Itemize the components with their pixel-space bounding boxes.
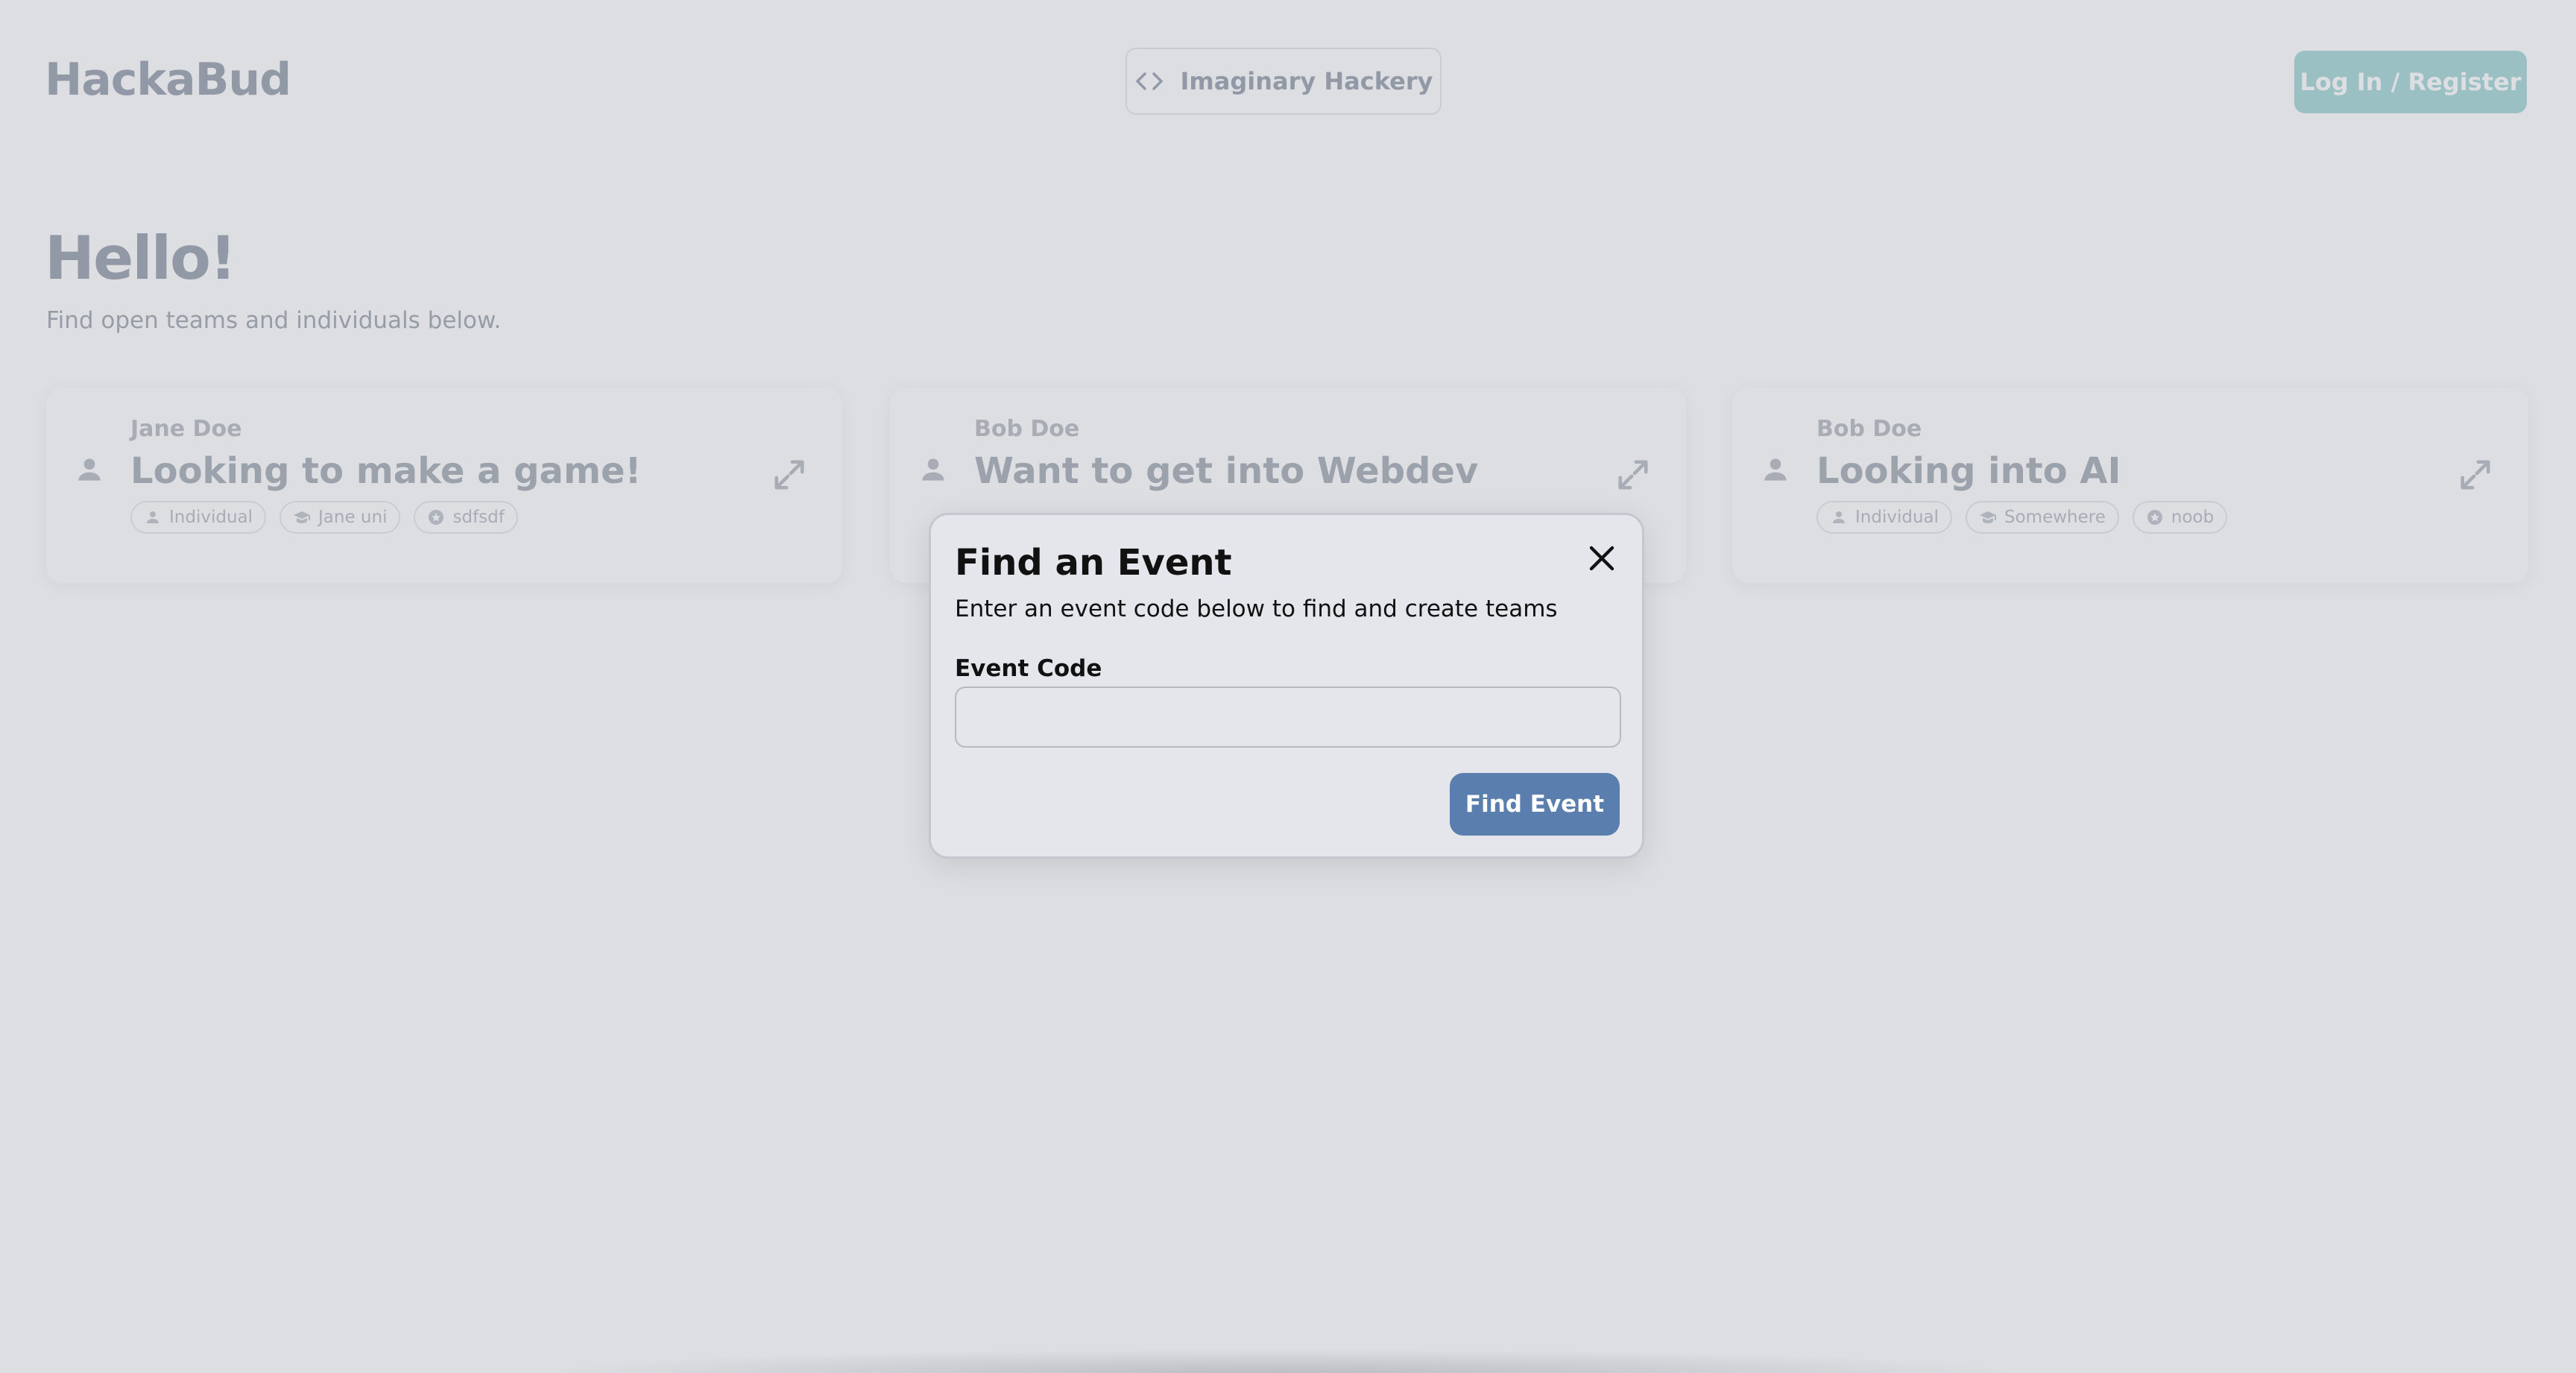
event-code-input[interactable] <box>955 686 1621 748</box>
find-event-button[interactable]: Find Event <box>1450 773 1620 836</box>
close-icon[interactable] <box>1584 540 1620 576</box>
event-code-label: Event Code <box>955 655 1102 682</box>
find-event-dialog: Find an Event Enter an event code below … <box>929 513 1644 859</box>
dialog-title: Find an Event <box>955 542 1232 584</box>
dialog-subtitle: Enter an event code below to find and cr… <box>955 596 1558 622</box>
